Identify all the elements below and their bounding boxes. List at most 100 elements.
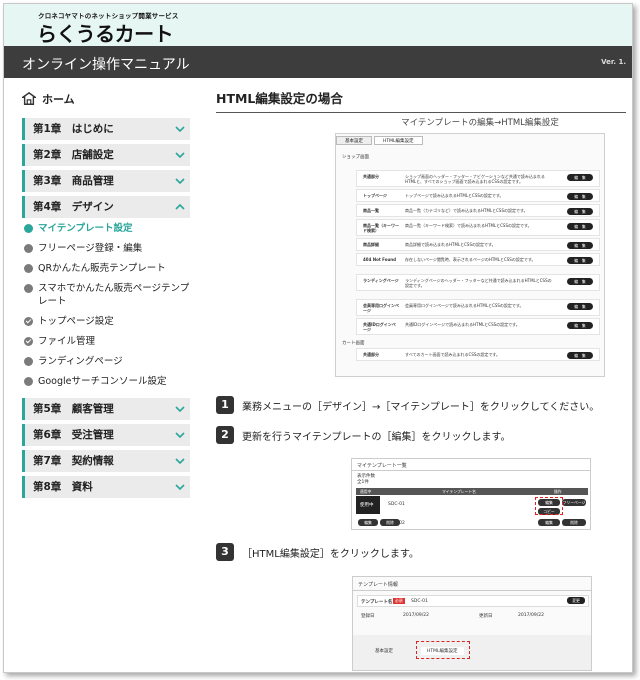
- sidebar-chapter[interactable]: 第6章 受注管理: [22, 424, 190, 446]
- row-desc: 共通IDログインページで読み込まれるHTMLとCSSの設定です。: [405, 322, 520, 327]
- figure-html-edit: マイテンプレートの編集→HTML編集設定 基本設定 HTML編集設定 ショップ画…: [335, 116, 605, 377]
- row-name: 商品一覧（キーワード検索）: [363, 223, 399, 233]
- sidebar-subitem[interactable]: スマホでかんたん販売ページテンプレート: [24, 282, 190, 308]
- sidebar: ホーム 第1章 はじめに第2章 店舗設定第3章 商品管理第4章 デザイン マイテ…: [22, 88, 190, 502]
- subitem-label: QRかんたん販売テンプレート: [38, 263, 166, 274]
- row-edit-button: 編 集: [567, 174, 593, 181]
- sidebar-subitem[interactable]: フリーページ登録・編集: [24, 242, 190, 255]
- row-edit-button: 編 集: [567, 352, 593, 359]
- chapter-label: 第4章 デザイン: [33, 201, 114, 213]
- sidebar-subitem[interactable]: マイテンプレート設定: [24, 222, 190, 235]
- row-name: トップページ: [363, 193, 387, 198]
- row-desc: トップページで読み込まれるHTMLとCSSの設定です。: [405, 193, 504, 198]
- row-edit-button: 編 集: [567, 208, 593, 215]
- sidebar-subitem[interactable]: トップページ設定: [24, 315, 190, 328]
- chapter-label: 第7章 契約情報: [33, 455, 114, 467]
- row-name: 商品詳細: [363, 242, 379, 247]
- row-name: 会員専用ログインページ: [363, 303, 399, 313]
- step-text: 業務メニューの［デザイン］→［マイテンプレート］をクリックしてください。: [242, 401, 600, 413]
- sidebar-chapter[interactable]: 第3章 商品管理: [22, 170, 190, 192]
- row-name: 共通IDログインページ: [363, 322, 396, 332]
- shot2-count-value: 全1件: [357, 480, 369, 485]
- tab-basic: 基本設定: [336, 136, 372, 145]
- main-content: HTML編集設定の場合 マイテンプレートの編集→HTML編集設定 基本設定 HT…: [216, 88, 632, 671]
- group-shop: ショップ画面: [342, 155, 369, 160]
- sidebar-subitem[interactable]: QRかんたん販売テンプレート: [24, 262, 190, 275]
- sidebar-chapter[interactable]: 第8章 資料: [22, 476, 190, 498]
- subitem-label: フリーページ登録・編集: [38, 243, 143, 254]
- highlight-html-tab: [416, 641, 470, 659]
- figure-caption: マイテンプレートの編集→HTML編集設定: [401, 118, 559, 128]
- step-2: 2 更新を行うマイテンプレートの［編集］をクリックします。: [216, 426, 511, 444]
- brand-logo[interactable]: らくうるカート: [37, 18, 174, 47]
- home-label: ホーム: [42, 93, 75, 106]
- shot2-title: マイテンプレート一覧: [357, 463, 407, 469]
- row-edit-button: 編 集: [567, 303, 593, 310]
- html-setting-row: 404 Not Found 存在しないページ閲覧時、表示されるページのHTMLとC…: [356, 253, 600, 266]
- section-title: HTML編集設定の場合: [216, 88, 626, 113]
- step-number: 3: [216, 543, 234, 561]
- shot3-tab-basic: 基本設定: [375, 649, 393, 654]
- chevron-down-icon: [175, 484, 185, 491]
- chapter-label: 第5章 顧客管理: [33, 403, 114, 415]
- row-desc: ランディングページのヘッダー・フッターなど共通で読み込まれるHTMLとCSSの設…: [405, 278, 552, 288]
- row-edit-button: 編 集: [567, 193, 593, 200]
- subitem-label: ランディングページ: [38, 356, 123, 367]
- row-name: 共通部分: [363, 174, 379, 179]
- chevron-up-icon: [175, 203, 185, 210]
- sidebar-subitem[interactable]: ファイル管理: [24, 335, 190, 348]
- sidebar-subitem[interactable]: ランディングページ: [24, 355, 190, 368]
- sidebar-chapter[interactable]: 第5章 顧客管理: [22, 398, 190, 420]
- bullet-icon: [24, 224, 33, 233]
- figure-template-list: マイテンプレート一覧 表示件数 全1件 適用中 マイテンプレート名 操作 使用中…: [351, 458, 591, 530]
- shot2-in-use: 使用中: [360, 503, 374, 508]
- sidebar-subitem[interactable]: Googleサーチコンソール設定: [24, 375, 190, 388]
- html-setting-row: 共通部分 すべてのカート画面で読み込まれるCSSの設定です。 編 集: [356, 348, 600, 361]
- subitem-label: ファイル管理: [38, 336, 96, 347]
- row-desc: ショップ画面のヘッダー・フッター・ナビゲーションなど共通で読み込まれるHTMLと…: [405, 174, 545, 184]
- row-edit-button: 編 集: [567, 322, 593, 329]
- shot2-delete-button: 削除: [562, 519, 586, 526]
- shot2-edit-button-2: 編集: [538, 519, 560, 526]
- row-edit-button: 編 集: [567, 242, 593, 249]
- highlight-edit: [535, 497, 563, 515]
- bullet-icon: [24, 244, 33, 253]
- html-setting-row: 商品一覧（キーワード検索） 商品一覧（キーワード検索）で読み込まれるHTMLとCS…: [356, 219, 600, 236]
- design-submenu: マイテンプレート設定フリーページ登録・編集 QRかんたん販売テンプレートスマホでか…: [24, 222, 190, 388]
- tab-html: HTML編集設定: [374, 136, 423, 145]
- shot2-col-op: 操作: [554, 489, 562, 494]
- sidebar-chapter[interactable]: 第7章 契約情報: [22, 450, 190, 472]
- row-edit-button: 編 集: [567, 223, 593, 230]
- row-name: ランディングページ: [363, 278, 399, 283]
- sidebar-chapter[interactable]: 第1章 はじめに: [22, 118, 190, 140]
- shot2-template-1: SDC-01: [388, 502, 405, 507]
- sidebar-chapter[interactable]: 第4章 デザイン: [22, 196, 190, 218]
- html-setting-row: 共通IDログインページ 共通IDログインページで読み込まれるHTMLとCSSの設定…: [356, 318, 600, 335]
- chapter-label: 第2章 店舗設定: [33, 149, 114, 161]
- shot2-col-name: マイテンプレート名: [442, 489, 476, 494]
- chapter-label: 第6章 受注管理: [33, 429, 114, 441]
- row-edit-button: 編 集: [567, 278, 593, 285]
- chevron-down-icon: [175, 152, 185, 159]
- bullet-icon: [24, 317, 33, 326]
- row-desc: 商品一覧（キーワード検索）で読み込まれるHTMLとCSSの設定です。: [405, 223, 532, 228]
- html-setting-row: トップページ トップページで読み込まれるHTMLとCSSの設定です。 編 集: [356, 189, 600, 202]
- sidebar-chapter[interactable]: 第2章 店舗設定: [22, 144, 190, 166]
- home-icon: [22, 92, 36, 105]
- bullet-icon: [24, 284, 33, 293]
- shot2-delete-button-2: 削除: [380, 519, 400, 526]
- html-setting-row: 商品詳細 商品詳細で読み込まれるHTMLとCSSの設定です。 編 集: [356, 238, 600, 251]
- chevron-down-icon: [175, 178, 185, 185]
- html-setting-row: ランディングページ ランディングページのヘッダー・フッターなど共通で読み込まれるH…: [356, 274, 600, 291]
- shot3-upd-value: 2017/09/22: [518, 613, 544, 618]
- shot3-title: テンプレート情報: [358, 582, 398, 588]
- home-link[interactable]: ホーム: [22, 88, 190, 110]
- step-text: ［HTML編集設定］をクリックします。: [242, 548, 419, 560]
- row-desc: 存在しないページ閲覧時、表示されるページのHTMLとCSSの設定です。: [405, 257, 536, 262]
- html-setting-row: 会員専用ログインページ 会員専用ログインページで読み込まれるHTMLとCSSの設定…: [356, 299, 600, 316]
- step-1: 1 業務メニューの［デザイン］→［マイテンプレート］をクリックしてください。: [216, 396, 599, 414]
- row-name: 商品一覧: [363, 208, 379, 213]
- row-desc: 会員専用ログインページで読み込まれるHTMLとCSSの設定です。: [405, 303, 524, 308]
- shot2-col-status: 適用中: [360, 489, 372, 494]
- row-name: 共通部分: [363, 352, 379, 357]
